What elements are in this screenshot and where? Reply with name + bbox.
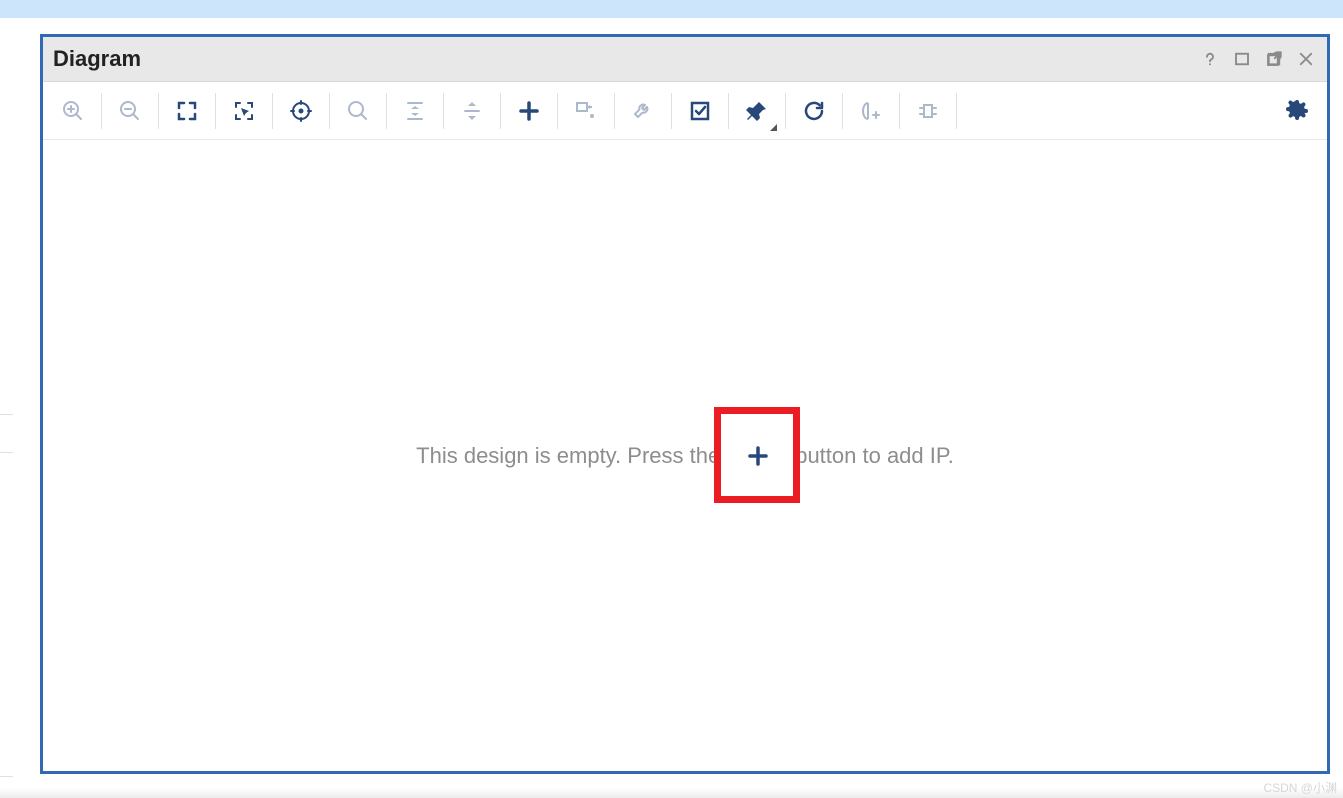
separator	[728, 93, 729, 129]
plus-icon	[746, 444, 770, 468]
titlebar: Diagram	[43, 37, 1327, 82]
empty-suffix-text: button to add IP.	[795, 443, 954, 469]
window-title: Diagram	[53, 46, 1199, 72]
add-ip-button[interactable]	[507, 89, 551, 133]
separator	[386, 93, 387, 129]
close-icon[interactable]	[1295, 48, 1317, 70]
dropdown-indicator-icon	[770, 124, 777, 131]
make-connection-button[interactable]	[564, 89, 608, 133]
zoom-in-button[interactable]	[51, 89, 95, 133]
address-editor-button[interactable]	[849, 89, 893, 133]
zoom-area-button[interactable]	[222, 89, 266, 133]
expand-vert-button[interactable]	[450, 89, 494, 133]
diagram-canvas[interactable]: This design is empty. Press the button t…	[43, 140, 1327, 771]
separator	[272, 93, 273, 129]
settings-button[interactable]	[1275, 89, 1319, 133]
separator	[671, 93, 672, 129]
sidebar-fragment-1	[0, 18, 13, 415]
empty-plus-button[interactable]	[730, 436, 785, 476]
zoom-out-button[interactable]	[108, 89, 152, 133]
zoom-fit-button[interactable]	[165, 89, 209, 133]
bottom-shadow	[0, 788, 1343, 798]
separator	[899, 93, 900, 129]
separator	[329, 93, 330, 129]
separator	[842, 93, 843, 129]
separator	[614, 93, 615, 129]
pin-button[interactable]	[735, 89, 779, 133]
diagram-window: Diagram	[40, 34, 1330, 774]
collapse-vert-button[interactable]	[393, 89, 437, 133]
sidebar-fragment-2	[0, 452, 13, 777]
separator	[557, 93, 558, 129]
separator	[158, 93, 159, 129]
separator	[956, 93, 957, 129]
regenerate-button[interactable]	[792, 89, 836, 133]
search-button[interactable]	[336, 89, 380, 133]
maximize-icon[interactable]	[1231, 48, 1253, 70]
separator	[443, 93, 444, 129]
separator	[500, 93, 501, 129]
titlebar-actions	[1199, 48, 1317, 70]
popout-icon[interactable]	[1263, 48, 1285, 70]
validate-button[interactable]	[678, 89, 722, 133]
separator	[215, 93, 216, 129]
top-banner	[0, 0, 1343, 18]
empty-state-message: This design is empty. Press the button t…	[416, 436, 954, 476]
wrench-button[interactable]	[621, 89, 665, 133]
watermark: CSDN @小渊	[1263, 779, 1337, 796]
default-view-button[interactable]	[906, 89, 950, 133]
separator	[101, 93, 102, 129]
auto-fit-button[interactable]	[279, 89, 323, 133]
help-icon[interactable]	[1199, 48, 1221, 70]
separator	[785, 93, 786, 129]
toolbar	[43, 82, 1327, 140]
empty-prefix-text: This design is empty. Press the	[416, 443, 720, 469]
